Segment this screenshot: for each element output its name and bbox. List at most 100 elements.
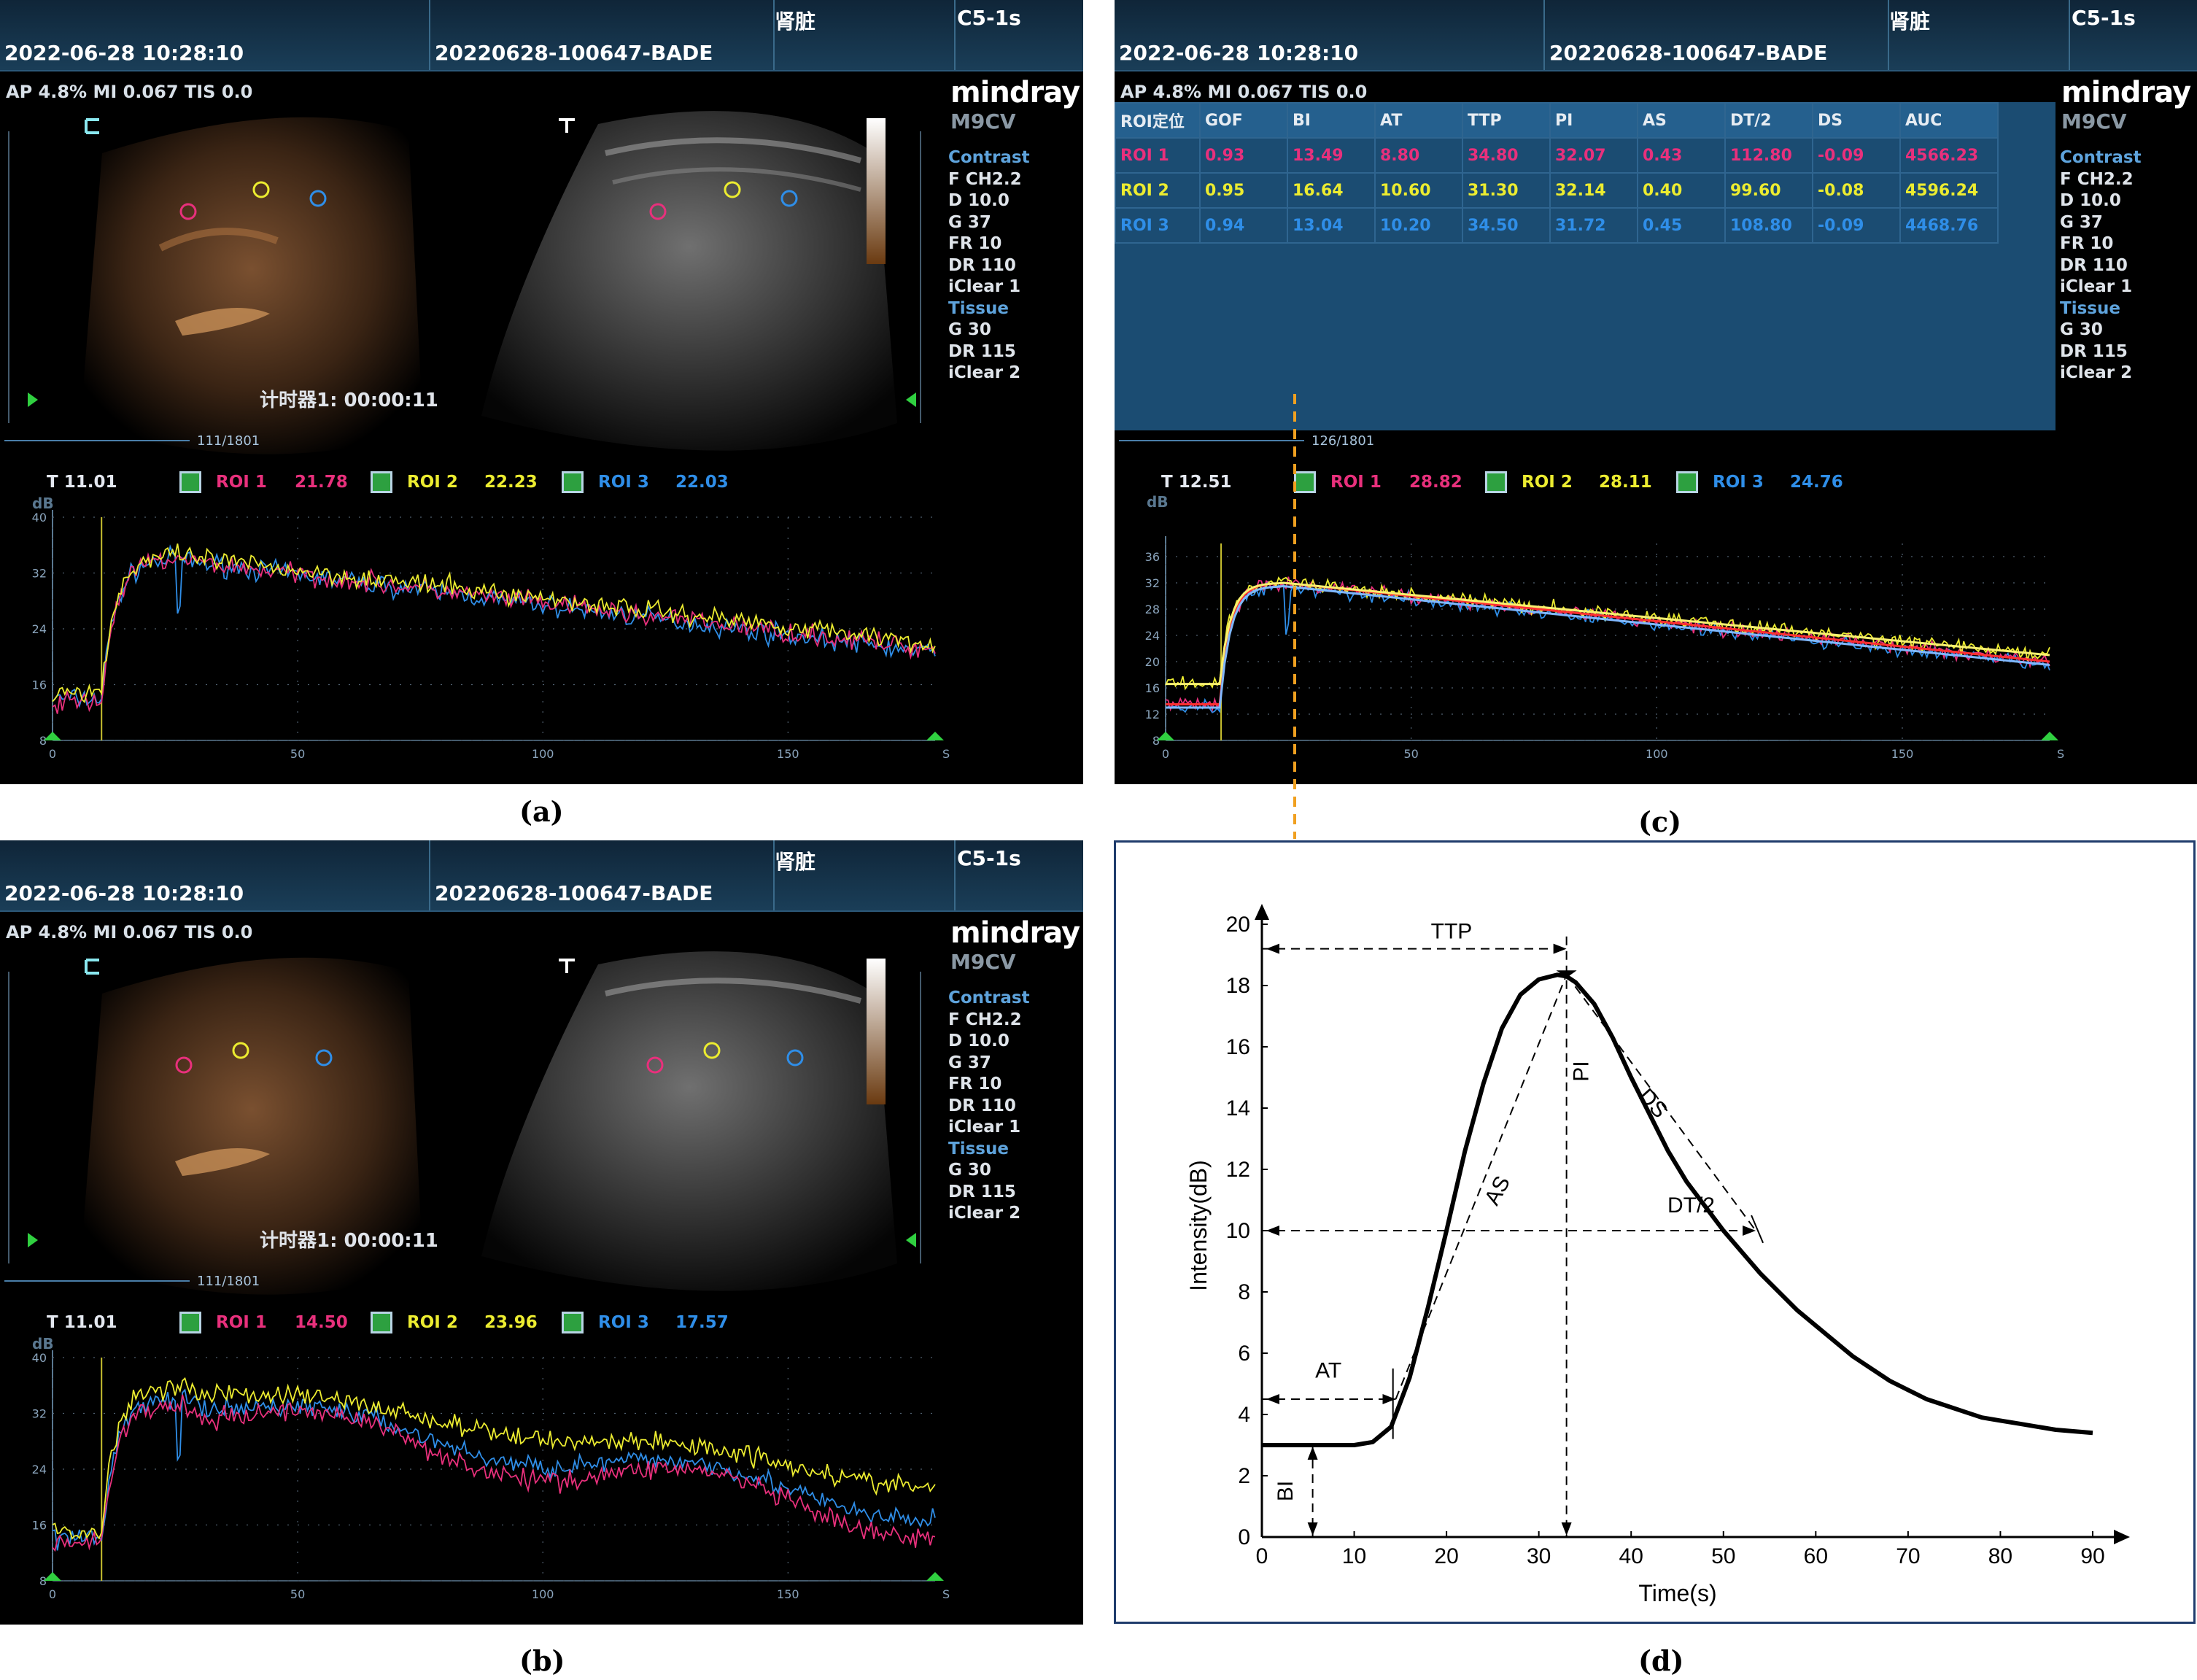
roi-curve bbox=[52, 1388, 936, 1551]
roi1-value: 28.82 bbox=[1409, 473, 1462, 492]
table-cell: 0.45 bbox=[1637, 207, 1726, 244]
param-item: Tissue bbox=[2060, 298, 2120, 318]
x-tick-label: 150 bbox=[777, 1587, 799, 1601]
x-tick-label: 50 bbox=[290, 1587, 305, 1601]
param-item: DR 115 bbox=[2060, 341, 2128, 361]
roi3-swatch[interactable] bbox=[1676, 471, 1698, 493]
probe-label: C5-1s bbox=[2072, 6, 2136, 30]
roi2-swatch[interactable] bbox=[1485, 471, 1507, 493]
arrow-head bbox=[1553, 943, 1567, 954]
file-id: 20220628-100647-BADE bbox=[435, 881, 713, 905]
connector-line bbox=[1293, 394, 1296, 839]
caption-a: (a) bbox=[519, 795, 564, 828]
tic-diagram: 0 10 20 30 40 50 60 70 80 90 0 2 4 6 8 10 12 14 16 18 20 Time… bbox=[1185, 904, 2130, 1606]
s-label: S bbox=[2057, 747, 2064, 761]
roi1-swatch[interactable] bbox=[179, 1312, 201, 1333]
roi3-label: ROI 3 bbox=[598, 1313, 649, 1332]
table-cell: ROI 2 bbox=[1115, 172, 1201, 209]
col-header: ROI定位 bbox=[1115, 102, 1201, 139]
roi1-value: 14.50 bbox=[295, 1313, 348, 1332]
x-tick-label: 150 bbox=[777, 747, 799, 761]
col-header: GOF bbox=[1199, 102, 1288, 139]
end-marker[interactable] bbox=[926, 732, 944, 740]
col-header: BI bbox=[1287, 102, 1376, 139]
panel-d: 0 10 20 30 40 50 60 70 80 90 0 2 4 6 8 10 12 14 16 18 20 Time… bbox=[1114, 840, 2196, 1624]
param-item: D 10.0 bbox=[2060, 191, 2121, 210]
roi3-swatch[interactable] bbox=[562, 471, 584, 493]
end-marker[interactable] bbox=[2041, 732, 2058, 740]
t-value: T 12.51 bbox=[1161, 473, 1232, 492]
y-tick-label: 12 bbox=[1226, 1158, 1250, 1182]
s-label: S bbox=[942, 1587, 950, 1601]
x-tick-label: 100 bbox=[1646, 747, 1668, 761]
y-tick-label: 32 bbox=[1145, 576, 1160, 590]
table-row[interactable]: ROI 3 0.94 13.04 10.20 34.50 31.72 0.45 108.80-… bbox=[1115, 207, 1999, 244]
table-cell: 34.50 bbox=[1462, 207, 1551, 244]
panel-b: 2022-06-28 10:28:10 20220628-100647-BADE… bbox=[0, 840, 1083, 1625]
roi1-label: ROI 1 bbox=[216, 473, 267, 492]
roi2-label: ROI 2 bbox=[407, 1313, 458, 1332]
panel-header: 2022-06-28 10:28:10 20220628-100647-BADE… bbox=[1115, 0, 2197, 71]
x-tick-label: 100 bbox=[532, 1587, 554, 1601]
x-tick-label: 50 bbox=[290, 747, 305, 761]
x-tick-label: 100 bbox=[532, 747, 554, 761]
x-tick-label: 70 bbox=[1896, 1544, 1920, 1568]
y-tick-label: 20 bbox=[1226, 913, 1250, 937]
roi1-label: ROI 1 bbox=[1330, 473, 1382, 492]
pi-label: PI bbox=[1570, 1061, 1594, 1081]
roi2-label: ROI 2 bbox=[407, 473, 458, 492]
table-cell: 0.93 bbox=[1199, 137, 1288, 174]
organ-label: 肾脏 bbox=[775, 9, 816, 34]
y-tick-label: 24 bbox=[32, 1463, 47, 1476]
table-cell: 31.30 bbox=[1462, 172, 1551, 209]
roi-table: ROI定位 GOF BI AT TTP PI AS DT/2 DS AUC RO… bbox=[1115, 102, 2055, 430]
table-row[interactable]: ROI 1 0.93 13.49 8.80 34.80 32.07 0.43 112.80 -0… bbox=[1115, 137, 1999, 174]
param-item: FR 10 bbox=[948, 234, 1002, 253]
y-tick-label: 8 bbox=[39, 734, 47, 748]
panel-a: 2022-06-28 10:28:10 20220628-100647-BADE… bbox=[0, 0, 1083, 784]
roi1-swatch[interactable] bbox=[179, 471, 201, 493]
arrow-head bbox=[1266, 1394, 1279, 1404]
arrow-head bbox=[1382, 1394, 1396, 1404]
param-item: Tissue bbox=[948, 298, 1009, 318]
param-item: DR 115 bbox=[948, 1182, 1016, 1201]
at-label: AT bbox=[1315, 1359, 1341, 1383]
brand-logo: mindray bbox=[950, 916, 1080, 950]
table-row[interactable]: ROI 2 0.95 16.64 10.60 31.30 32.14 0.40 99.60 -0… bbox=[1115, 172, 1999, 209]
y-tick-label: 40 bbox=[32, 511, 47, 524]
acoustic-readout: AP 4.8% MI 0.067 TIS 0.0 bbox=[1120, 82, 1368, 102]
timestamp: 2022-06-28 10:28:10 bbox=[4, 881, 244, 905]
roi2-swatch[interactable] bbox=[371, 471, 392, 493]
end-marker[interactable] bbox=[926, 1572, 944, 1581]
param-item: iClear 2 bbox=[2060, 363, 2133, 382]
caption-d: (d) bbox=[1638, 1644, 1684, 1677]
y-axis-label: Intensity(dB) bbox=[1185, 1160, 1212, 1291]
arrow-head bbox=[1307, 1447, 1318, 1460]
x-tick-label: 40 bbox=[1619, 1544, 1643, 1568]
y-tick-label: 32 bbox=[32, 1407, 47, 1421]
brand-logo: mindray bbox=[2061, 76, 2191, 109]
roi1-value: 21.78 bbox=[295, 473, 348, 492]
param-item: DR 110 bbox=[948, 255, 1016, 275]
tic-chart: dB40 32 24 16 80 50 100 150 S bbox=[32, 1335, 950, 1601]
x-tick-label: 90 bbox=[2080, 1544, 2104, 1568]
table-cell: 31.72 bbox=[1549, 207, 1638, 244]
param-item: DR 110 bbox=[2060, 255, 2128, 275]
model-label: M9CV bbox=[2061, 109, 2127, 133]
roi-curve bbox=[52, 1394, 936, 1552]
y-tick-label: 4 bbox=[1238, 1403, 1250, 1427]
roi2-swatch[interactable] bbox=[371, 1312, 392, 1333]
table-cell: 4468.76 bbox=[1899, 207, 1999, 244]
param-item: DR 110 bbox=[948, 1096, 1016, 1115]
roi3-swatch[interactable] bbox=[562, 1312, 584, 1333]
x-tick-label: 50 bbox=[1403, 747, 1418, 761]
y-tick-label: 0 bbox=[1238, 1525, 1250, 1549]
y-tick-label: 24 bbox=[32, 622, 47, 636]
y-tick-label: 16 bbox=[32, 1519, 47, 1533]
param-item: G 30 bbox=[948, 1161, 991, 1180]
table-cell: 34.80 bbox=[1462, 137, 1551, 174]
roi2-value: 22.23 bbox=[484, 473, 538, 492]
ttp-label: TTP bbox=[1431, 920, 1473, 944]
param-item: Contrast bbox=[2060, 148, 2142, 167]
frame-scrubber[interactable] bbox=[1115, 433, 2197, 448]
